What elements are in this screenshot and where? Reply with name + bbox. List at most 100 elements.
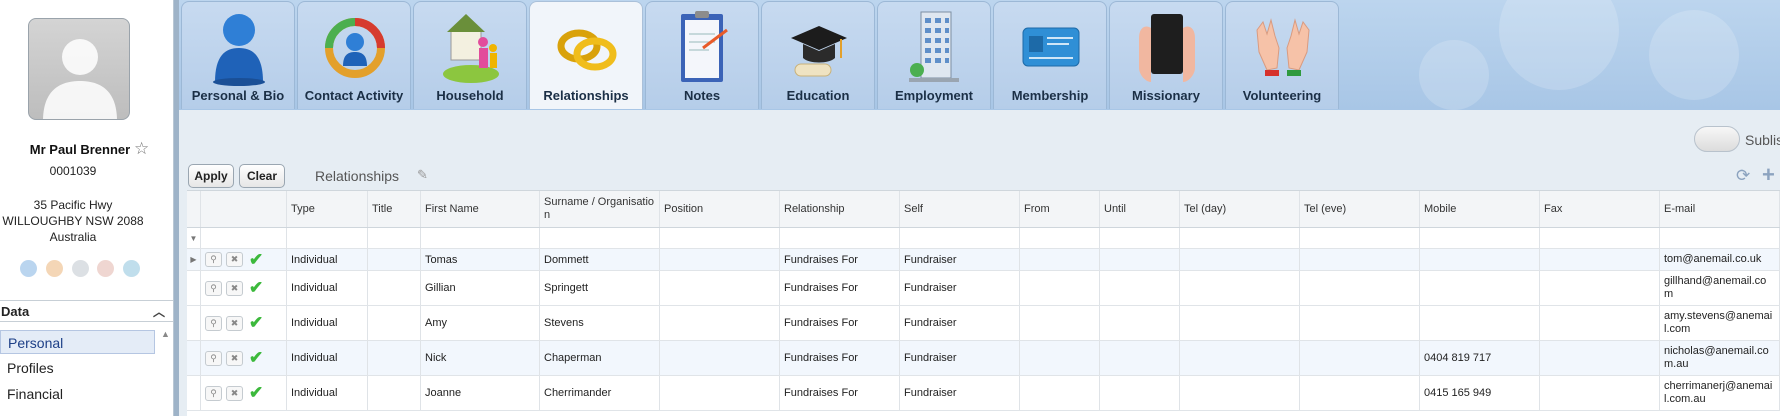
filter-from[interactable] [1020, 228, 1100, 248]
header-position[interactable]: Position [660, 191, 780, 227]
alert-mini-icon[interactable] [45, 260, 63, 277]
nav-item-financial[interactable]: Financial [0, 382, 155, 406]
avatar[interactable] [28, 18, 130, 120]
header-fax[interactable]: Fax [1540, 191, 1660, 227]
pencil-icon[interactable]: ✎ [417, 167, 428, 183]
nav-scrollbar[interactable]: ▲ [159, 327, 173, 416]
contact-summary-panel: Mr Paul Brenner ☆ 0001039 35 Pacific Hwy… [0, 0, 174, 416]
filter-icon[interactable]: ▼ [187, 228, 201, 248]
cell-email[interactable]: amy.stevens@anemail.com [1660, 306, 1780, 340]
cell-self: Fundraiser [900, 306, 1020, 340]
filter-until[interactable] [1100, 228, 1180, 248]
cell-until [1100, 376, 1180, 410]
header-email[interactable]: E-mail [1660, 191, 1780, 227]
chevron-up-icon[interactable]: ︿ [153, 303, 165, 320]
tab-membership[interactable]: Membership [993, 1, 1107, 109]
contact-activity-icon [325, 18, 385, 78]
cell-email[interactable]: tom@anemail.co.uk [1660, 249, 1780, 270]
cell-first-name: Tomas [421, 249, 540, 270]
sublist-toggle[interactable] [1694, 126, 1740, 152]
table-row[interactable]: ⚲ ✖ ✔ Individual Joanne Cherrimander Fun… [187, 376, 1780, 411]
cell-position [660, 249, 780, 270]
quick-icons [20, 260, 140, 277]
filter-tel-eve[interactable] [1300, 228, 1420, 248]
filter-type[interactable] [287, 228, 368, 248]
cell-email[interactable]: cherrimanerj@anemail.com.au [1660, 376, 1780, 410]
tab-household[interactable]: Household [413, 1, 527, 109]
header-tel-day[interactable]: Tel (day) [1180, 191, 1300, 227]
relationships-panel: Sublis Apply Clear Relationships ✎ ⟳ + T… [179, 110, 1780, 416]
tab-relationships[interactable]: Relationships [529, 1, 643, 109]
filter-tel-day[interactable] [1180, 228, 1300, 248]
nav-item-personal[interactable]: Personal [0, 330, 155, 354]
delete-icon[interactable]: ✖ [226, 252, 243, 267]
search-icon[interactable]: ⚲ [205, 315, 222, 331]
filter-position[interactable] [660, 228, 780, 248]
household-icon [443, 14, 499, 83]
contact-id: 0001039 [49, 164, 97, 178]
header-until[interactable]: Until [1100, 191, 1180, 227]
header-surname[interactable]: Surname / Organisation [540, 191, 660, 227]
add-icon[interactable]: + [1762, 162, 1775, 188]
gear-mini-icon[interactable] [71, 260, 89, 277]
cell-surname: Dommett [540, 249, 660, 270]
header-self[interactable]: Self [900, 191, 1020, 227]
grid-filter-row: ▼ [187, 228, 1780, 249]
filter-fax[interactable] [1540, 228, 1660, 248]
filter-email[interactable] [1660, 228, 1780, 248]
tab-missionary[interactable]: Missionary [1109, 1, 1223, 109]
filter-relationship[interactable] [780, 228, 900, 248]
cell-from [1020, 341, 1100, 375]
hands-icon [1256, 18, 1310, 76]
tab-education[interactable]: Education [761, 1, 875, 109]
header-title[interactable]: Title [368, 191, 421, 227]
tab-employment[interactable]: Employment [877, 1, 991, 109]
row-indicator [187, 376, 201, 410]
cell-mobile: 0404 819 717 [1420, 341, 1540, 375]
filter-first-name[interactable] [421, 228, 540, 248]
star-icon[interactable]: ☆ [134, 139, 149, 159]
tab-notes[interactable]: Notes [645, 1, 759, 109]
refresh-icon[interactable]: ⟳ [1736, 166, 1750, 186]
tab-personal-bio[interactable]: Personal & Bio [181, 1, 295, 109]
row-actions: ⚲ ✖ ✔ [201, 341, 287, 375]
delete-icon[interactable]: ✖ [226, 350, 243, 366]
data-section-header[interactable]: Data ︿ [0, 300, 173, 322]
filter-mobile[interactable] [1420, 228, 1540, 248]
header-relationship[interactable]: Relationship [780, 191, 900, 227]
filter-self[interactable] [900, 228, 1020, 248]
header-first-name[interactable]: First Name [421, 191, 540, 227]
cell-mobile [1420, 249, 1540, 270]
cell-email[interactable]: gillhand@anemail.com [1660, 271, 1780, 305]
tab-contact-activity[interactable]: Contact Activity [297, 1, 411, 109]
header-tel-eve[interactable]: Tel (eve) [1300, 191, 1420, 227]
tab-label: Notes [683, 88, 721, 103]
filter-title[interactable] [368, 228, 421, 248]
search-icon[interactable]: ⚲ [205, 252, 222, 267]
filter-surname[interactable] [540, 228, 660, 248]
search-icon[interactable]: ⚲ [205, 280, 222, 296]
cell-email[interactable]: nicholas@anemail.com.au [1660, 341, 1780, 375]
clear-button[interactable]: Clear [239, 164, 285, 188]
nav-item-profiles[interactable]: Profiles [0, 356, 155, 380]
header-from[interactable]: From [1020, 191, 1100, 227]
table-row[interactable]: ⚲ ✖ ✔ Individual Nick Chaperman Fundrais… [187, 341, 1780, 376]
delete-icon[interactable]: ✖ [226, 280, 243, 296]
table-row[interactable]: ⚲ ✖ ✔ Individual Gillian Springett Fundr… [187, 271, 1780, 306]
header-mobile[interactable]: Mobile [1420, 191, 1540, 227]
tab-volunteering[interactable]: Volunteering [1225, 1, 1339, 109]
person-mini-icon[interactable] [20, 260, 37, 277]
cell-tel-day [1180, 249, 1300, 270]
delete-icon[interactable]: ✖ [226, 385, 243, 401]
scroll-up-icon[interactable]: ▲ [161, 329, 170, 339]
table-row[interactable]: ⚲ ✖ ✔ Individual Amy Stevens Fundraises … [187, 306, 1780, 341]
header-type[interactable]: Type [287, 191, 368, 227]
search-icon[interactable]: ⚲ [205, 385, 222, 401]
row-expand-icon[interactable]: ▶ [187, 249, 201, 270]
apply-button[interactable]: Apply [188, 164, 234, 188]
card-mini-icon[interactable] [123, 260, 140, 277]
search-icon[interactable]: ⚲ [205, 350, 222, 366]
book-mini-icon[interactable] [97, 260, 115, 277]
delete-icon[interactable]: ✖ [226, 315, 243, 331]
table-row[interactable]: ▶ ⚲ ✖ ✔ Individual Tomas Dommett Fundrai… [187, 249, 1780, 271]
